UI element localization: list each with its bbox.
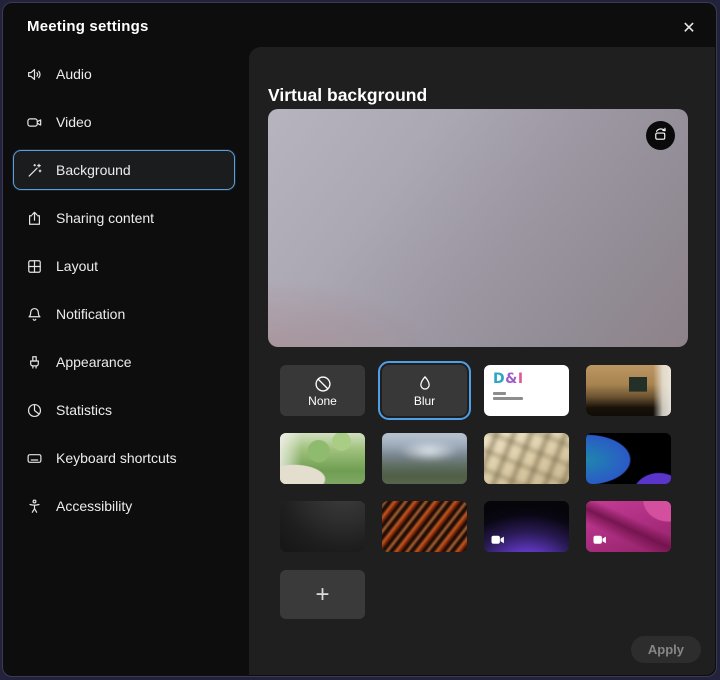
- background-tile-patio[interactable]: [280, 433, 365, 484]
- logo-tagline-line: [493, 392, 506, 395]
- sidebar-item-keyboard[interactable]: Keyboard shortcuts: [13, 438, 235, 478]
- panel-heading: Virtual background: [268, 85, 427, 106]
- keyboard-icon: [26, 450, 43, 467]
- sidebar-item-layout[interactable]: Layout: [13, 246, 235, 286]
- background-tile-purple-glow[interactable]: [484, 501, 569, 552]
- dialog-title: Meeting settings: [27, 18, 149, 35]
- sidebar-item-label: Appearance: [56, 354, 132, 370]
- pie-chart-icon: [26, 402, 43, 419]
- sidebar-item-statistics[interactable]: Statistics: [13, 390, 235, 430]
- sidebar-item-video[interactable]: Video: [13, 102, 235, 142]
- sidebar-item-label: Accessibility: [56, 498, 132, 514]
- prohibition-icon: [313, 374, 333, 394]
- brush-icon: [26, 354, 43, 371]
- camera-preview: [268, 109, 688, 347]
- sidebar-item-label: Keyboard shortcuts: [56, 450, 177, 466]
- plus-icon: +: [315, 581, 329, 608]
- bell-icon: [26, 306, 43, 323]
- add-background-button[interactable]: +: [280, 570, 365, 619]
- tile-photo: [382, 501, 467, 552]
- tile-photo: [382, 433, 467, 484]
- camera-badge-icon: [593, 535, 607, 545]
- dei-logo-text: D&I: [493, 372, 524, 386]
- sidebar-item-label: Statistics: [56, 402, 112, 418]
- sidebar-item-label: Video: [56, 114, 92, 130]
- meeting-settings-dialog: Meeting settings ✕ Audio Video Background S…: [2, 2, 717, 677]
- tile-photo: [280, 433, 365, 484]
- tile-photo: [586, 433, 671, 484]
- accessibility-icon: [26, 498, 43, 515]
- background-tile-pink-abstract[interactable]: [586, 501, 671, 552]
- sidebar-item-notification[interactable]: Notification: [13, 294, 235, 334]
- background-tile-lava[interactable]: [382, 501, 467, 552]
- background-tile-window-light[interactable]: [484, 433, 569, 484]
- sidebar-item-label: Audio: [56, 66, 92, 82]
- tile-photo: [586, 365, 671, 416]
- background-tile-blur[interactable]: Blur: [382, 365, 467, 416]
- sidebar-item-background[interactable]: Background: [13, 150, 235, 190]
- tile-photo: [484, 433, 569, 484]
- sidebar-item-label: Sharing content: [56, 210, 154, 226]
- sidebar-item-label: Notification: [56, 306, 125, 322]
- sidebar-item-label: Background: [56, 162, 131, 178]
- close-icon: ✕: [682, 18, 695, 37]
- apply-button[interactable]: Apply: [631, 636, 701, 663]
- flip-camera-button[interactable]: [646, 121, 675, 150]
- close-button[interactable]: ✕: [674, 13, 704, 43]
- logo-tagline-line: [493, 397, 523, 400]
- sidebar-item-accessibility[interactable]: Accessibility: [13, 486, 235, 526]
- background-tile-grid: None Blur D&I: [280, 365, 671, 552]
- background-tile-dark-swirl[interactable]: [280, 501, 365, 552]
- tile-label: None: [308, 395, 337, 408]
- flip-camera-icon: [652, 126, 669, 146]
- camera-icon: [26, 114, 43, 131]
- settings-sidebar: Audio Video Background Sharing content Layou…: [13, 54, 235, 534]
- camera-badge-icon: [491, 535, 505, 545]
- background-tile-dei-logo[interactable]: D&I: [484, 365, 569, 416]
- background-tile-office[interactable]: [586, 365, 671, 416]
- sidebar-item-appearance[interactable]: Appearance: [13, 342, 235, 382]
- sidebar-item-label: Layout: [56, 258, 98, 274]
- sidebar-item-audio[interactable]: Audio: [13, 54, 235, 94]
- background-tile-mountains[interactable]: [382, 433, 467, 484]
- magic-wand-icon: [26, 162, 43, 179]
- share-icon: [26, 210, 43, 227]
- sidebar-item-sharing[interactable]: Sharing content: [13, 198, 235, 238]
- background-tile-none[interactable]: None: [280, 365, 365, 416]
- droplet-icon: [415, 374, 435, 394]
- tile-label: Blur: [414, 395, 435, 408]
- virtual-background-panel: Virtual background None Blur D&I + Apply: [249, 47, 715, 675]
- background-tile-abstract-blue[interactable]: [586, 433, 671, 484]
- speaker-icon: [26, 66, 43, 83]
- grid-icon: [26, 258, 43, 275]
- tile-photo: [280, 501, 365, 552]
